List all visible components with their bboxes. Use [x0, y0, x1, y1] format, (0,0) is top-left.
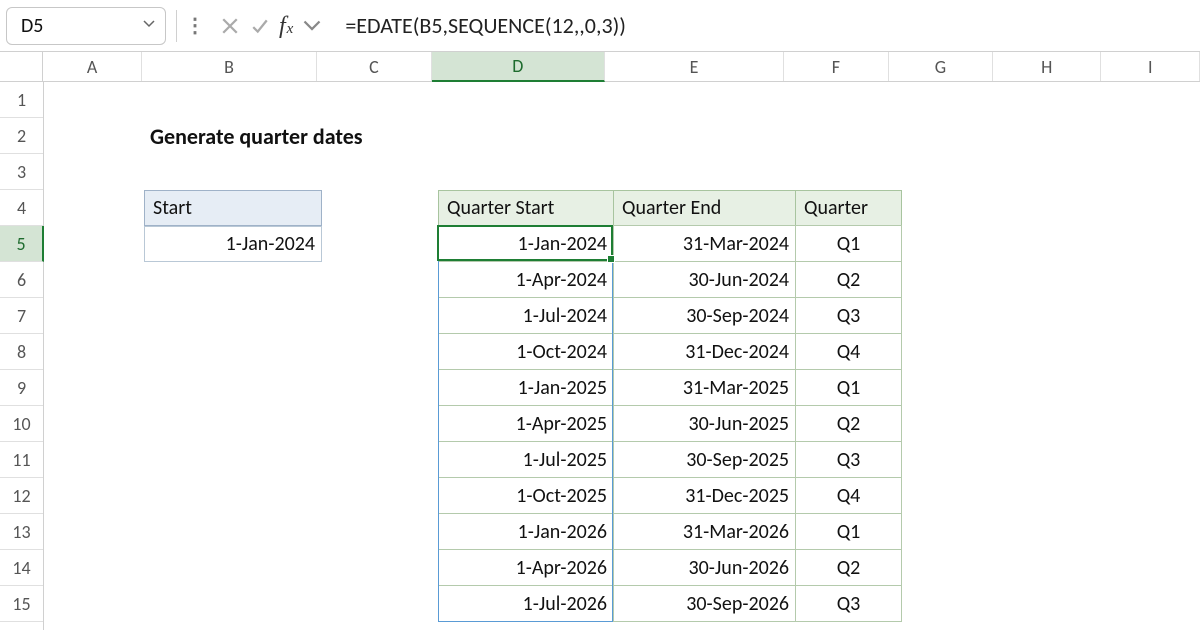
col-header-quarter[interactable]: Quarter: [795, 190, 902, 226]
start-header[interactable]: Start: [144, 190, 322, 226]
row-header[interactable]: 7: [0, 298, 43, 334]
divider: [176, 10, 177, 42]
cell-quarter-start[interactable]: 1-Oct-2025: [438, 477, 614, 514]
column-header[interactable]: G: [889, 52, 993, 81]
column-header[interactable]: B: [142, 52, 317, 81]
enter-button[interactable]: [245, 11, 275, 41]
cell-reference: D5: [21, 14, 43, 38]
cell-quarter-end[interactable]: 31-Dec-2025: [613, 477, 796, 514]
cell-quarter-start[interactable]: 1-Oct-2024: [438, 333, 614, 370]
row-header[interactable]: 12: [0, 478, 43, 514]
cancel-button[interactable]: [215, 11, 245, 41]
cell-quarter[interactable]: Q1: [795, 513, 902, 550]
name-box[interactable]: D5: [6, 7, 166, 45]
row-header[interactable]: 3: [0, 154, 43, 190]
start-value[interactable]: 1-Jan-2024: [144, 226, 322, 262]
cell-quarter-start[interactable]: 1-Apr-2026: [438, 549, 614, 586]
column-header[interactable]: H: [993, 52, 1101, 81]
cell-quarter[interactable]: Q3: [795, 585, 902, 622]
cell-quarter-end[interactable]: 31-Mar-2025: [613, 369, 796, 406]
insert-function-button[interactable]: f x: [279, 14, 293, 38]
row-header[interactable]: 6: [0, 262, 43, 298]
cell-quarter-start[interactable]: 1-Jul-2026: [438, 585, 614, 622]
cell-quarter[interactable]: Q3: [795, 297, 902, 334]
cell-quarter-start[interactable]: 1-Jul-2024: [438, 297, 614, 334]
formula-dropdown-button[interactable]: [297, 11, 327, 41]
cell-quarter-end[interactable]: 30-Jun-2025: [613, 405, 796, 442]
col-header-quarter-start[interactable]: Quarter Start: [438, 190, 614, 226]
cell-quarter-end[interactable]: 30-Sep-2025: [613, 441, 796, 478]
cells-area[interactable]: Generate quarter datesStart1-Jan-2024Qua…: [44, 82, 1200, 630]
column-header[interactable]: E: [605, 52, 784, 81]
cell-quarter[interactable]: Q1: [795, 225, 902, 262]
cell-quarter-end[interactable]: 31-Mar-2024: [613, 225, 796, 262]
cell-quarter[interactable]: Q2: [795, 549, 902, 586]
chevron-down-icon[interactable]: [143, 17, 155, 34]
row-header[interactable]: 8: [0, 334, 43, 370]
cell-quarter-end[interactable]: 31-Dec-2024: [613, 333, 796, 370]
select-all-corner[interactable]: [0, 52, 43, 81]
column-header[interactable]: A: [43, 52, 142, 81]
cell-quarter[interactable]: Q2: [795, 405, 902, 442]
row-header[interactable]: 5: [0, 226, 44, 262]
cell-quarter-start[interactable]: 1-Jan-2025: [438, 369, 614, 406]
cell-quarter[interactable]: Q2: [795, 261, 902, 298]
cell-quarter[interactable]: Q3: [795, 441, 902, 478]
formula-bar: D5 ⋮ f x =EDATE(B5,SEQUENCE(12,,0,3)): [0, 0, 1200, 52]
cell-quarter[interactable]: Q4: [795, 333, 902, 370]
column-header[interactable]: I: [1101, 52, 1200, 81]
row-headers: 123456789101112131415: [0, 82, 44, 630]
cell-quarter-start[interactable]: 1-Jan-2024: [438, 225, 614, 262]
cell-quarter-start[interactable]: 1-Apr-2025: [438, 405, 614, 442]
row-header[interactable]: 11: [0, 442, 43, 478]
fx-icon: f: [279, 14, 286, 38]
column-headers: ABCDEFGHI: [0, 52, 1200, 82]
cell-quarter-start[interactable]: 1-Jan-2026: [438, 513, 614, 550]
cell-quarter-end[interactable]: 30-Sep-2024: [613, 297, 796, 334]
row-header[interactable]: 9: [0, 370, 43, 406]
row-header[interactable]: 2: [0, 118, 43, 154]
page-title[interactable]: Generate quarter dates: [144, 118, 538, 154]
cell-quarter[interactable]: Q1: [795, 369, 902, 406]
spreadsheet-grid[interactable]: ABCDEFGHI 123456789101112131415 Generate…: [0, 52, 1200, 630]
cell-quarter-end[interactable]: 30-Jun-2024: [613, 261, 796, 298]
row-header[interactable]: 4: [0, 190, 43, 226]
row-header[interactable]: 14: [0, 550, 43, 586]
column-header[interactable]: D: [432, 52, 605, 82]
row-header[interactable]: 15: [0, 586, 43, 622]
cell-quarter-end[interactable]: 30-Jun-2026: [613, 549, 796, 586]
cell-quarter-end[interactable]: 30-Sep-2026: [613, 585, 796, 622]
formula-input[interactable]: =EDATE(B5,SEQUENCE(12,,0,3)): [345, 12, 626, 39]
column-header[interactable]: F: [784, 52, 888, 81]
cell-quarter-start[interactable]: 1-Apr-2024: [438, 261, 614, 298]
row-header[interactable]: 13: [0, 514, 43, 550]
column-header[interactable]: C: [317, 52, 431, 81]
cell-quarter-end[interactable]: 31-Mar-2026: [613, 513, 796, 550]
row-header[interactable]: 1: [0, 82, 43, 118]
cell-quarter[interactable]: Q4: [795, 477, 902, 514]
vertical-dots-icon[interactable]: ⋮: [185, 13, 205, 38]
cell-quarter-start[interactable]: 1-Jul-2025: [438, 441, 614, 478]
col-header-quarter-end[interactable]: Quarter End: [613, 190, 796, 226]
row-header[interactable]: 10: [0, 406, 43, 442]
